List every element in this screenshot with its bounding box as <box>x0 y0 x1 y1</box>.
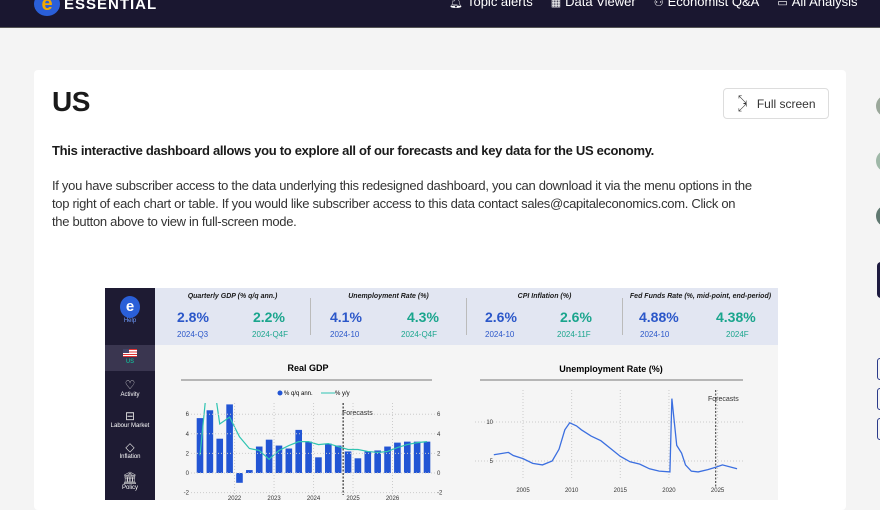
top-nav: e ESSENTIAL 🔔︎ Topic alerts ▦ Data Viewer ⚇… <box>0 0 880 28</box>
sidebar-item-us[interactable]: US <box>105 345 155 371</box>
x-tick-label: 2010 <box>565 488 579 494</box>
nav-data-viewer[interactable]: ▦ Data Viewer <box>551 0 636 9</box>
x-tick-label: 2015 <box>614 488 628 494</box>
x-tick-label: 2025 <box>346 496 360 500</box>
gdp-bar <box>295 429 302 473</box>
bank-icon: 🏛︎ <box>122 471 138 485</box>
y2-tick-label: -2 <box>437 491 443 497</box>
y-tick-label: -2 <box>184 491 190 497</box>
y-tick-label: 0 <box>186 471 190 477</box>
gdp-bar <box>364 451 372 473</box>
y2-tick-label: 0 <box>437 471 441 477</box>
gdp-bar <box>403 441 411 473</box>
sidebar-item-labour-market[interactable]: ⊟ Labour Market <box>105 409 155 429</box>
expand-icon: ⤡ ⤢ <box>738 93 747 114</box>
legend-yy: % y/y <box>335 391 350 397</box>
bell-icon: 🔔︎ <box>449 0 463 9</box>
gdp-bar <box>315 457 322 473</box>
people-icon: ⚇ <box>653 0 664 9</box>
legend-qq: % q/q ann. <box>284 391 313 397</box>
x-tick-label: 2022 <box>228 496 242 500</box>
kpi-cpi: CPI Inflation (%) 2.6% 2.6% 2024-10 2024-11F <box>467 293 623 339</box>
gdp-bar <box>285 448 293 473</box>
kpi-strip: Quarterly GDP (% q/q ann.) 2.8% 2.2% 2024-Q… <box>155 288 778 345</box>
gdp-forecast-label: Forecasts <box>342 410 373 417</box>
gdp-bar <box>354 458 362 473</box>
y2-tick-label: 6 <box>437 412 441 418</box>
gdp-bar <box>206 410 214 473</box>
x-tick-label: 2024 <box>307 496 321 500</box>
page-title: US <box>52 86 90 117</box>
sidebar-item-policy[interactable]: 🏛︎ Policy <box>105 471 155 491</box>
y-tick-label: 5 <box>490 459 494 465</box>
gdp-chart-title: Real GDP <box>287 363 328 373</box>
gdp-bar <box>334 445 342 473</box>
y2-tick-label: 2 <box>437 451 441 457</box>
x-tick-label: 2026 <box>386 496 400 500</box>
sidebar-item-inflation[interactable]: ◇ Inflation <box>105 440 155 460</box>
intro-body: If you have subscriber access to the dat… <box>52 178 752 229</box>
nav-topic-alerts[interactable]: 🔔︎ Topic alerts <box>449 0 533 9</box>
y-tick-label: 10 <box>486 420 493 426</box>
y-tick-label: 4 <box>186 432 190 438</box>
unemp-forecast-label: Forecasts <box>708 396 739 403</box>
dashboard-sidebar: e Help US ♡ Activity ⊟ Labour Market ◇ Infla… <box>105 288 155 500</box>
avatar[interactable] <box>876 95 880 117</box>
gdp-bar <box>344 451 352 473</box>
brand-logo[interactable]: e ESSENTIAL <box>34 0 157 16</box>
x-tick-label: 2005 <box>516 488 530 494</box>
nav-economist-qa[interactable]: ⚇ Economist Q&A <box>654 0 760 9</box>
kpi-fed-funds: Fed Funds Rate (%, mid-point, end-period… <box>629 293 772 339</box>
gdp-bar <box>423 441 431 473</box>
gdp-bar <box>325 443 332 473</box>
legend-bar-marker <box>277 390 283 396</box>
avatar[interactable] <box>876 205 880 227</box>
kpi-gdp: Quarterly GDP (% q/q ann.) 2.8% 2.2% 2024-Q… <box>155 293 311 339</box>
gdp-bar <box>265 439 273 473</box>
intro-lead: This interactive dashboard allows you to… <box>52 143 654 158</box>
kpi-unemployment: Unemployment Rate (%) 4.1% 4.3% 2024-10 2024… <box>311 293 467 339</box>
nav-all-analysis[interactable]: ▭ All Analysis <box>777 0 857 9</box>
briefcase-icon: ⊟ <box>124 409 136 423</box>
full-screen-button[interactable]: ⤡ ⤢ Full screen <box>723 88 829 119</box>
y2-tick-label: 4 <box>437 432 441 438</box>
gdp-bar <box>236 473 243 483</box>
tag-icon: ◇ <box>125 440 135 454</box>
gdp-bar <box>216 438 224 473</box>
avatar[interactable] <box>876 150 880 172</box>
logo-icon: e <box>120 296 140 318</box>
gdp-bar <box>305 441 312 473</box>
unemp-chart-title: Unemployment Rate (%) <box>559 364 663 374</box>
folder-icon: ▭ <box>777 0 788 9</box>
heart-icon: ♡ <box>124 378 136 392</box>
y-tick-label: 6 <box>186 412 190 418</box>
logo-icon: e <box>34 0 60 16</box>
gdp-bar <box>413 441 421 473</box>
grid-icon: ▦ <box>550 0 562 9</box>
x-tick-label: 2025 <box>711 488 725 494</box>
x-tick-label: 2023 <box>267 496 281 500</box>
dashboard-charts: Real GDP % q/q ann. % y/y -2 -2 0 0 2 2 4 4 6 6 20… <box>181 363 743 500</box>
y-tick-label: 2 <box>186 451 190 457</box>
x-tick-label: 2020 <box>662 488 676 494</box>
us-flag-icon <box>123 349 137 357</box>
sidebar-item-help[interactable]: e Help <box>105 296 155 324</box>
sidebar-item-activity[interactable]: ♡ Activity <box>105 378 155 398</box>
